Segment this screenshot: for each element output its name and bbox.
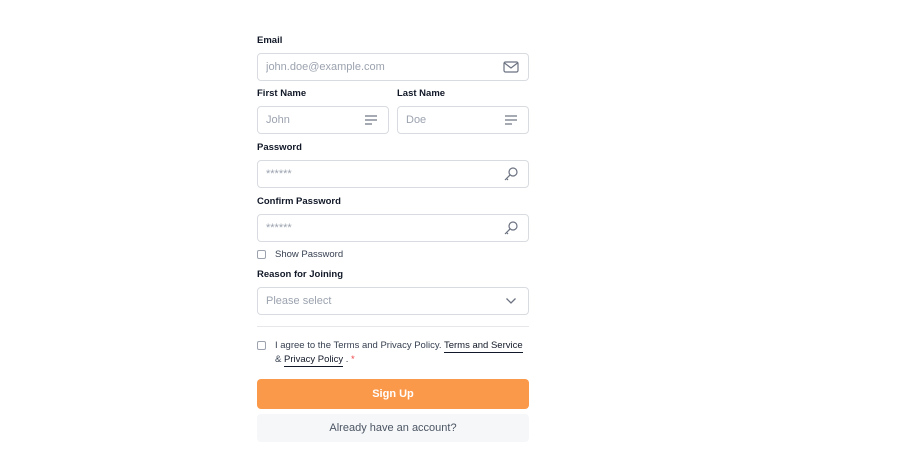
login-link-button[interactable]: Already have an account? [257,414,529,442]
password-field-wrapper [257,160,529,188]
key-icon[interactable] [503,220,519,236]
confirm-password-label: Confirm Password [257,196,341,207]
agreement-text: I agree to the Terms and Privacy Policy. [275,340,442,351]
show-password-label: Show Password [275,249,344,260]
agreement-row: I agree to the Terms and Privacy Policy.… [257,339,529,367]
first-name-group: First Name [257,87,389,134]
confirm-password-input[interactable] [258,215,528,241]
email-label: Email [257,35,283,46]
signup-form: Email First Name [257,34,529,442]
last-name-field-wrapper [397,106,529,134]
last-name-group: Last Name [397,87,529,134]
agreement-checkbox[interactable] [257,341,266,350]
privacy-link[interactable]: Privacy Policy [283,354,344,367]
reason-select[interactable]: Please select [257,287,529,315]
email-input[interactable] [258,54,528,80]
show-password-row: Show Password [257,249,529,260]
email-field-wrapper [257,53,529,81]
reason-label: Reason for Joining [257,269,344,280]
agreement-suffix: . [345,354,349,365]
key-icon[interactable] [503,166,519,182]
mail-icon [503,59,519,75]
show-password-checkbox[interactable] [257,250,266,259]
chevron-down-icon [503,293,519,309]
signup-button[interactable]: Sign Up [257,379,529,409]
agreement-ampersand: & [275,354,282,365]
required-mark: * [351,354,355,365]
text-lines-icon [363,112,379,128]
first-name-label: First Name [257,88,307,99]
terms-link[interactable]: Terms and Service [443,340,523,353]
last-name-label: Last Name [397,88,446,99]
password-label: Password [257,142,302,153]
agreement-text-block: I agree to the Terms and Privacy Policy.… [275,339,523,367]
reason-selected-value: Please select [266,295,332,307]
text-lines-icon [503,112,519,128]
confirm-password-field-wrapper [257,214,529,242]
name-row: First Name Last Name [257,87,529,134]
password-input[interactable] [258,161,528,187]
first-name-field-wrapper [257,106,389,134]
